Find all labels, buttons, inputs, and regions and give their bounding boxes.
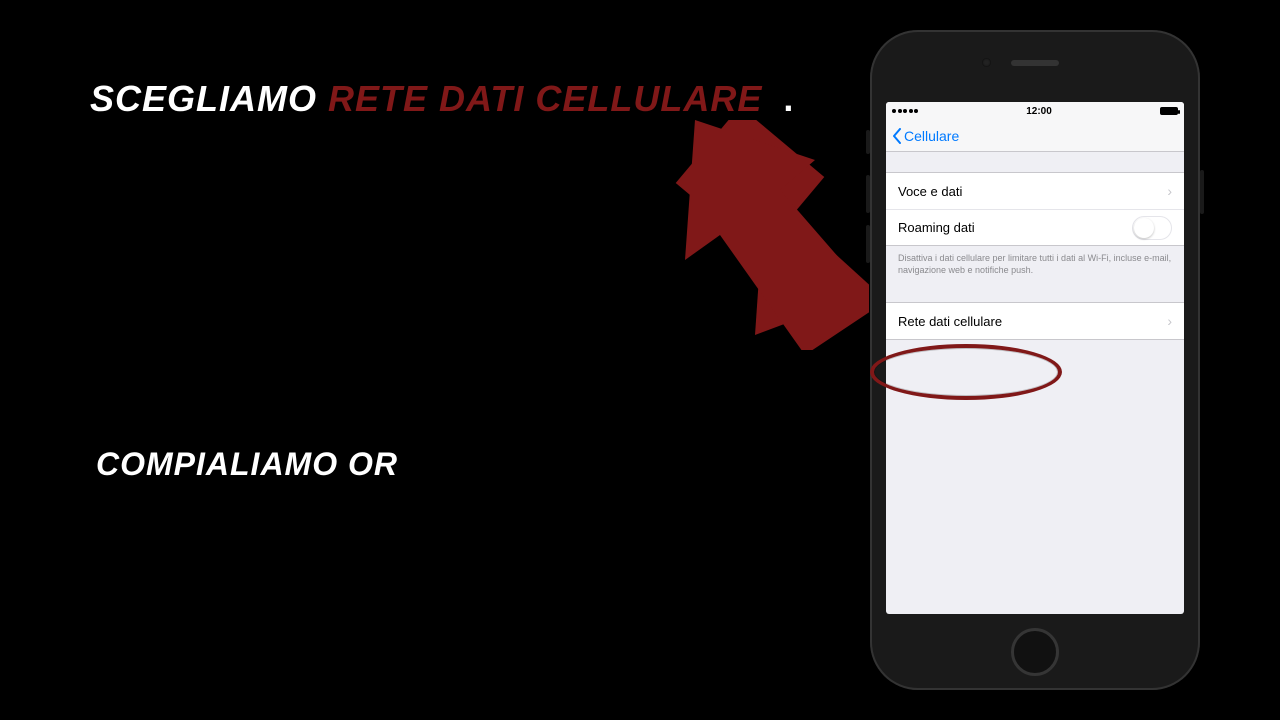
status-bar-left	[892, 109, 918, 113]
home-button[interactable]	[1011, 628, 1059, 676]
status-bar: 12:00	[886, 102, 1184, 120]
phone-screen: 12:00 Cellulare Voce e dati › Roaming da…	[886, 102, 1184, 614]
volume-down-button	[866, 225, 870, 263]
row-label: Rete dati cellulare	[898, 314, 1002, 329]
mute-switch	[866, 130, 870, 154]
navigation-bar: Cellulare	[886, 120, 1184, 152]
roaming-toggle[interactable]	[1132, 216, 1172, 240]
row-label: Voce e dati	[898, 184, 962, 199]
instruction-prefix: SCEGLIAMO	[90, 78, 317, 119]
status-bar-right	[1160, 107, 1178, 115]
settings-group-1: Voce e dati › Roaming dati	[886, 172, 1184, 246]
back-button[interactable]: Cellulare	[892, 128, 959, 144]
chevron-left-icon	[892, 128, 902, 144]
front-camera	[982, 58, 991, 67]
row-label: Roaming dati	[898, 220, 975, 235]
pointer-arrow-icon	[665, 120, 885, 350]
instruction-line-2: COMPIALIAMO OR	[96, 446, 398, 483]
row-data-roaming[interactable]: Roaming dati	[886, 209, 1184, 245]
volume-up-button	[866, 175, 870, 213]
row-cellular-data-network[interactable]: Rete dati cellulare ›	[886, 303, 1184, 339]
power-button	[1200, 170, 1204, 214]
instruction-suffix: .	[783, 78, 794, 119]
chevron-right-icon: ›	[1167, 313, 1172, 329]
status-bar-time: 12:00	[1026, 106, 1052, 117]
chevron-right-icon: ›	[1167, 183, 1172, 199]
back-button-label: Cellulare	[904, 128, 959, 144]
phone-mockup: 12:00 Cellulare Voce e dati › Roaming da…	[870, 30, 1200, 690]
group-footer-note: Disattiva i dati cellulare per limitare …	[886, 246, 1184, 276]
battery-icon	[1160, 107, 1178, 115]
instruction-highlight: RETE DATI CELLULARE	[328, 78, 762, 119]
instruction-line-1: SCEGLIAMO RETE DATI CELLULARE .	[90, 78, 794, 120]
settings-group-2: Rete dati cellulare ›	[886, 302, 1184, 340]
earpiece-speaker	[1011, 60, 1059, 66]
signal-strength-icon	[892, 109, 918, 113]
row-voice-and-data[interactable]: Voce e dati ›	[886, 173, 1184, 209]
